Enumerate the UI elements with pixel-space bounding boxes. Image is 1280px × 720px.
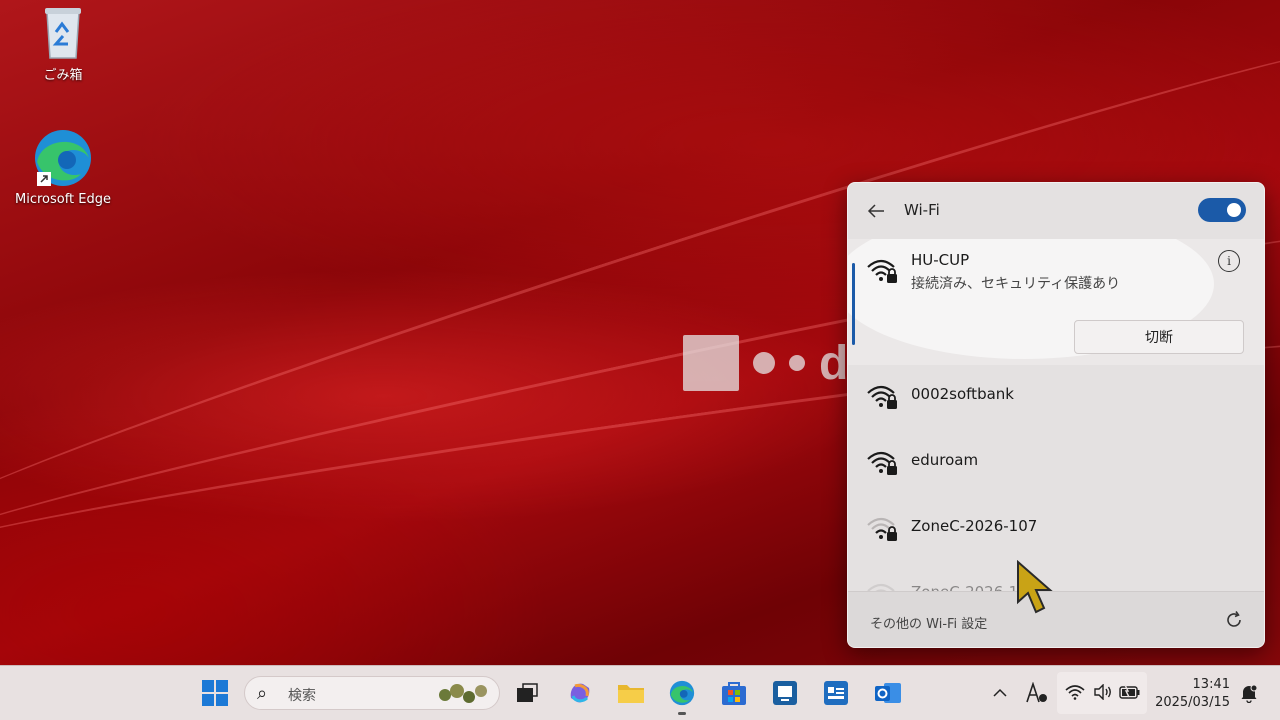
remote-desktop-icon [773,681,797,705]
notification-bell-icon [1241,684,1258,703]
app-button[interactable] [821,678,851,708]
wifi-network-item-connected[interactable]: HU-CUP 接続済み、セキュリティ保護あり i 切断 [848,239,1264,365]
wifi-network-item[interactable]: ZoneC-2026-107 [848,497,1264,563]
desktop-icon-edge[interactable]: Microsoft Edge [13,128,113,207]
contacts-card-icon [824,681,848,705]
wifi-network-item[interactable]: eduroam [848,431,1264,497]
watermark-dot [753,352,775,374]
start-button[interactable] [200,678,230,708]
copilot-icon [570,683,590,703]
wifi-network-item[interactable]: 0002softbank [848,365,1264,431]
volume-icon [1094,684,1111,700]
active-app-indicator [678,712,686,715]
edge-taskbar-button[interactable] [667,678,697,708]
network-ssid: 0002softbank [911,385,1014,403]
wifi-secured-strong-icon [867,451,897,475]
windows-logo-icon [202,680,228,706]
taskbar: ⌕ 検索 13:41 2025/03/15 [0,665,1280,720]
outlook-icon [875,683,901,703]
search-highlight-illustration-icon [439,684,487,703]
recycle-bin-icon [45,8,81,59]
outlook-button[interactable] [873,678,903,708]
desktop-icon-label: Microsoft Edge [14,192,111,207]
quick-settings-button[interactable] [1057,672,1147,714]
wifi-secured-strong-icon [867,385,897,409]
more-wifi-settings-link[interactable]: その他の Wi-Fi 設定 [870,613,987,632]
watermark-square [683,335,739,391]
toggle-knob [1227,203,1241,217]
wifi-flyout: Wi-Fi HU-CUP 接続済み、セキュリティ保護あり i 切断 0002so… [847,182,1265,648]
desktop-icon-recycle-bin[interactable]: ごみ箱 [13,6,113,83]
task-view-button[interactable] [512,678,542,708]
wifi-secured-weak-icon [867,517,897,541]
disconnect-button[interactable]: 切断 [1074,320,1244,354]
wifi-flyout-footer: その他の Wi-Fi 設定 [848,591,1264,647]
clock-date: 2025/03/15 [1155,695,1230,710]
wifi-toggle[interactable] [1198,198,1246,222]
wifi-secured-strong-icon [867,259,897,283]
selection-accent [852,263,855,345]
ime-indicator-icon [1026,682,1047,703]
folder-icon [618,685,644,703]
ime-button[interactable] [1022,678,1052,708]
notifications-button[interactable] [1234,678,1264,708]
wifi-network-list[interactable]: HU-CUP 接続済み、セキュリティ保護あり i 切断 0002softbank [848,239,1264,591]
chevron-up-icon [993,688,1007,697]
network-status: 接続済み、セキュリティ保護あり [911,276,1121,292]
refresh-button[interactable] [1222,608,1246,632]
app-button[interactable] [770,678,800,708]
copilot-button[interactable] [565,678,595,708]
network-ssid: ZoneC-2026-107 [911,517,1038,535]
back-arrow-icon [867,204,884,218]
taskbar-clock[interactable]: 13:41 2025/03/15 [1155,676,1230,712]
show-hidden-icons-button[interactable] [985,678,1015,708]
back-button[interactable] [864,199,888,223]
info-icon: i [1227,254,1231,268]
search-icon: ⌕ [257,683,268,704]
wifi-flyout-title: Wi-Fi [904,201,940,219]
network-properties-button[interactable]: i [1218,250,1240,272]
wifi-network-item[interactable]: ZoneC-2026-1 [848,563,1264,591]
wifi-flyout-header: Wi-Fi [848,183,1264,239]
store-button[interactable] [719,678,749,708]
edge-icon [35,130,91,186]
edge-icon [669,680,695,706]
watermark-dot [789,355,805,371]
mouse-cursor-icon [1017,560,1053,614]
file-explorer-button[interactable] [616,678,646,708]
store-icon [722,682,746,705]
task-view-icon [517,683,538,702]
desktop-icon-label: ごみ箱 [43,68,83,83]
clock-time: 13:41 [1192,677,1230,692]
taskbar-search[interactable]: ⌕ 検索 [244,676,500,710]
network-ssid: ZoneC-2026-1 [911,583,1018,591]
refresh-icon [1227,611,1241,627]
network-ssid: eduroam [911,451,979,469]
wifi-icon [1065,685,1085,700]
network-ssid: HU-CUP [911,251,970,269]
battery-charging-icon [1119,684,1140,699]
search-placeholder: 検索 [288,688,316,704]
wifi-secured-weak-icon [867,583,895,591]
